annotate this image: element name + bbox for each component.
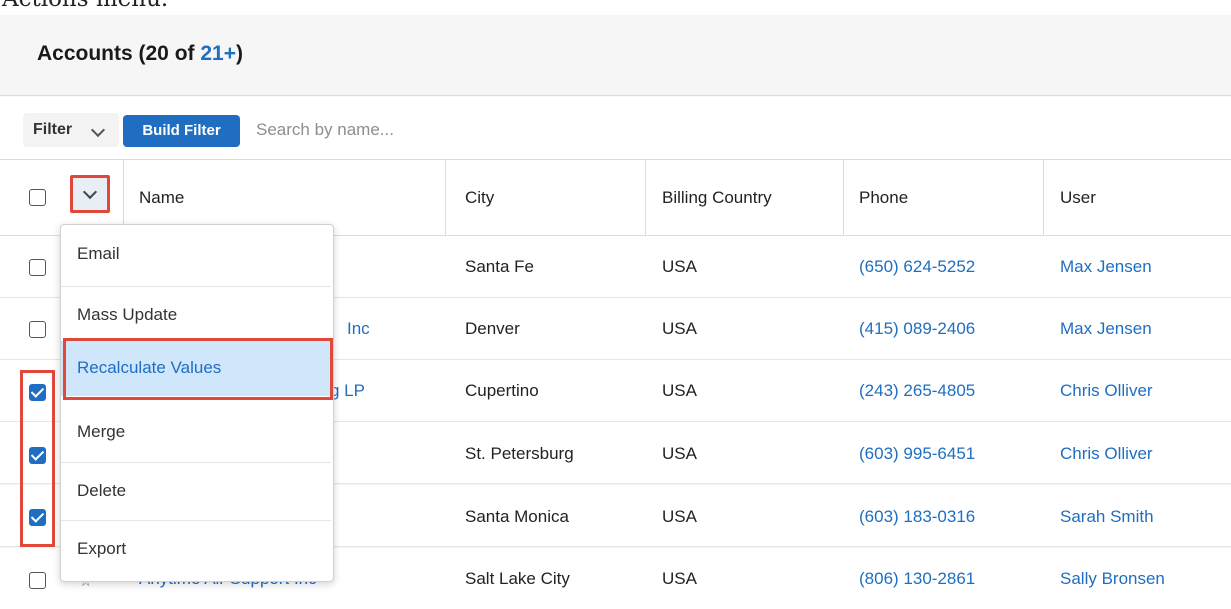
- row-phone-link[interactable]: (243) 265-4805: [859, 381, 975, 401]
- row-user-link[interactable]: Max Jensen: [1060, 319, 1152, 339]
- column-header-user[interactable]: User: [1060, 188, 1096, 208]
- column-divider: [1043, 160, 1044, 235]
- record-count-link[interactable]: 21+: [200, 42, 236, 65]
- title-suffix: ): [235, 42, 243, 65]
- checked-rows-highlight: [20, 370, 55, 547]
- menu-item-merge[interactable]: Merge: [61, 404, 331, 464]
- row-user-link[interactable]: Chris Olliver: [1060, 381, 1153, 401]
- row-city: Santa Fe: [465, 257, 534, 276]
- row-name-link[interactable]: Inc: [347, 319, 370, 339]
- column-divider: [445, 160, 446, 235]
- row-checkbox[interactable]: [29, 321, 46, 338]
- row-user-link[interactable]: Max Jensen: [1060, 257, 1152, 277]
- row-country: USA: [662, 257, 697, 276]
- search-input[interactable]: [250, 113, 662, 147]
- row-city: Cupertino: [465, 381, 539, 400]
- row-country: USA: [662, 569, 697, 588]
- menu-item-export[interactable]: Export: [61, 521, 331, 577]
- row-city: Salt Lake City: [465, 569, 570, 588]
- row-user-link[interactable]: Sarah Smith: [1060, 507, 1154, 527]
- row-city: Santa Monica: [465, 507, 569, 526]
- row-country: USA: [662, 381, 697, 400]
- row-checkbox[interactable]: [29, 572, 46, 589]
- actions-dropdown-button[interactable]: [70, 175, 110, 213]
- column-header-city[interactable]: City: [465, 188, 494, 208]
- row-name-link[interactable]: g LP: [330, 381, 365, 401]
- menu-item-email[interactable]: Email: [61, 226, 331, 286]
- column-header-name[interactable]: Name: [139, 188, 184, 208]
- recalculate-highlight: [63, 338, 333, 400]
- row-phone-link[interactable]: (603) 995-6451: [859, 444, 975, 464]
- column-header-billing-country[interactable]: Billing Country: [662, 188, 772, 208]
- filter-dropdown-label: Filter: [33, 121, 73, 138]
- row-phone-link[interactable]: (415) 089-2406: [859, 319, 975, 339]
- row-checkbox[interactable]: [29, 259, 46, 276]
- page-title: Accounts (20 of 21+): [37, 42, 243, 66]
- menu-item-delete[interactable]: Delete: [61, 463, 331, 523]
- row-city: St. Petersburg: [465, 444, 574, 463]
- title-prefix: Accounts (20 of: [37, 42, 201, 65]
- row-country: USA: [662, 444, 697, 463]
- row-country: USA: [662, 507, 697, 526]
- build-filter-button[interactable]: Build Filter: [123, 115, 240, 147]
- row-user-link[interactable]: Chris Olliver: [1060, 444, 1153, 464]
- column-divider: [843, 160, 844, 235]
- row-country: USA: [662, 319, 697, 338]
- row-user-link[interactable]: Sally Bronsen: [1060, 569, 1165, 589]
- row-phone-link[interactable]: (603) 183-0316: [859, 507, 975, 527]
- row-phone-link[interactable]: (650) 624-5252: [859, 257, 975, 277]
- column-divider: [645, 160, 646, 235]
- column-header-phone[interactable]: Phone: [859, 188, 908, 208]
- page-caption: Actions menu.: [2, 0, 168, 12]
- select-all-checkbox[interactable]: [29, 189, 46, 206]
- chevron-down-icon: [82, 184, 98, 200]
- row-city: Denver: [465, 319, 520, 338]
- row-phone-link[interactable]: (806) 130-2861: [859, 569, 975, 589]
